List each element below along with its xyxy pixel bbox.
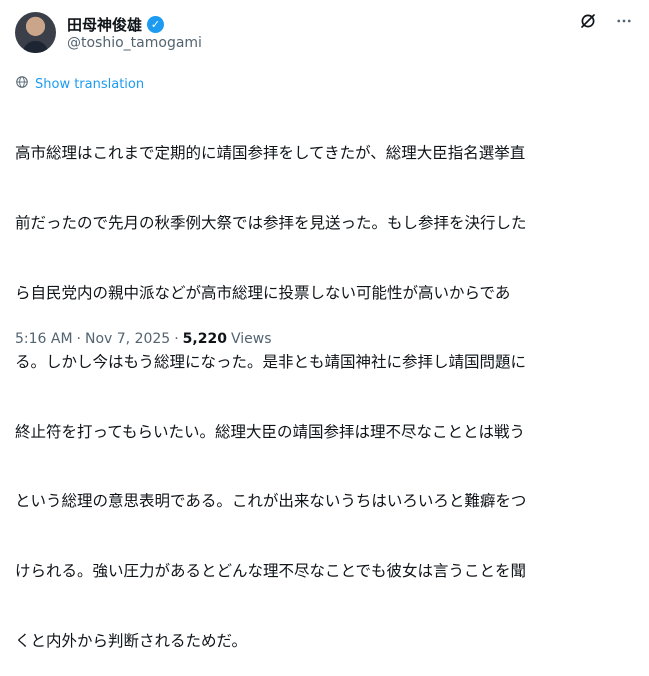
author-name-row: 田母神俊雄 ✓ <box>67 14 165 35</box>
tweet-date[interactable]: Nov 7, 2025 <box>85 331 170 347</box>
author-handle[interactable]: @toshio_tamogami <box>67 35 202 51</box>
more-horizontal-icon[interactable] <box>613 10 635 32</box>
top-actions <box>577 10 635 32</box>
tweet-line: くと内外から判断されるためだ。 <box>15 631 248 650</box>
globe-icon <box>15 75 29 93</box>
meta-separator: · <box>76 331 81 347</box>
tweet-text: 高市総理はこれまで定期的に靖国参拝をしてきたが、総理大臣指名選挙直 前だったので… <box>15 96 641 676</box>
tweet-line: という総理の意思表明である。これが出来ないうちはいろいろと難癖をつ <box>15 492 527 511</box>
views-label: Views <box>230 331 272 347</box>
grok-icon[interactable] <box>577 10 599 32</box>
show-translation-link[interactable]: Show translation <box>15 75 144 93</box>
verified-badge-icon[interactable]: ✓ <box>147 15 165 33</box>
tweet-line: ら自民党内の親中派などが高市総理に投票しない可能性が高いからであ <box>15 283 511 302</box>
avatar[interactable] <box>15 12 56 53</box>
meta-separator: · <box>174 331 179 347</box>
tweet-line: 前だったので先月の秋季例大祭では参拝を見送った。もし参拝を決行した <box>15 214 527 233</box>
tweet-meta: 5:16 AM · Nov 7, 2025 · 5,220 Views <box>15 331 272 347</box>
tweet-line: けられる。強い圧力があるとどんな理不尽なことでも彼女は言うことを聞 <box>15 562 527 581</box>
author-display-name[interactable]: 田母神俊雄 <box>67 14 142 35</box>
show-translation-label[interactable]: Show translation <box>35 77 144 92</box>
tweet-time[interactable]: 5:16 AM <box>15 331 73 347</box>
tweet-line: 高市総理はこれまで定期的に靖国参拝をしてきたが、総理大臣指名選挙直 <box>15 144 526 163</box>
views-count: 5,220 <box>182 331 227 347</box>
tweet-line: る。しかし今はもう総理になった。是非とも靖国神社に参拝し靖国問題に <box>15 353 527 372</box>
tweet-line: 終止符を打ってもらいたい。総理大臣の靖国参拝は理不尽なこととは戦う <box>15 422 525 441</box>
